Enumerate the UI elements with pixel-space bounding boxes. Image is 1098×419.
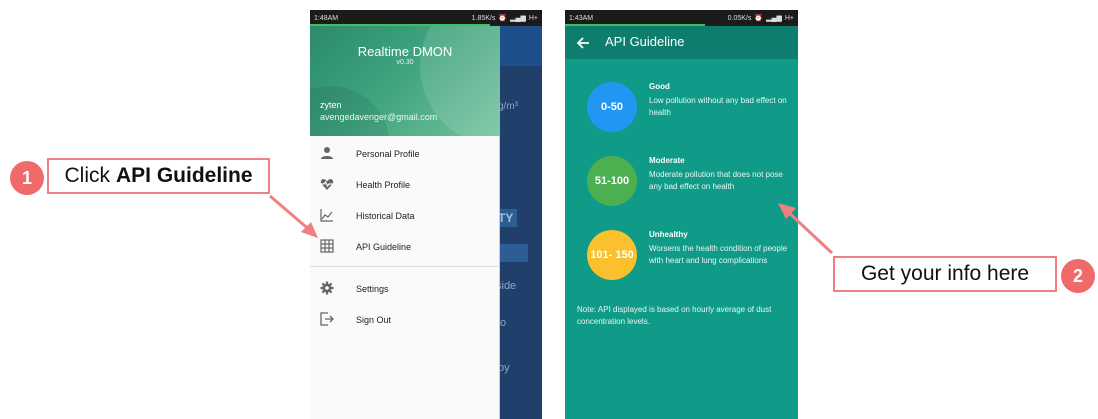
- menu-item-label: Health Profile: [356, 179, 411, 190]
- page-title: API Guideline: [605, 34, 685, 49]
- callout-step-2: Get your info here: [833, 256, 1057, 292]
- signal-icon: ▂▄▆: [766, 15, 782, 22]
- status-time: 1:43AM: [569, 14, 594, 22]
- menu-item-sign-out[interactable]: Sign Out: [310, 304, 500, 335]
- aqi-range-badge: 101- 150: [587, 230, 637, 280]
- toolbar: API Guideline: [565, 26, 798, 59]
- background-text-2: o: [500, 317, 507, 329]
- gear-icon: [320, 281, 334, 295]
- phone-screen-drawer: 1:48AM 1.85K/s ⏰ ▂▄▆ H+ g/m³ TY side o b…: [310, 10, 542, 419]
- api-note: Note: API displayed is based on hourly a…: [577, 305, 772, 326]
- status-speed: 0.05K/s: [727, 14, 752, 22]
- aqi-level-description: Worsens the health condition of people w…: [649, 244, 788, 265]
- menu-item-label: Sign Out: [356, 314, 392, 325]
- aqi-level-name: Good: [649, 82, 670, 91]
- phone-screen-api-guideline: 1:43AM 0.05K/s ⏰ ▂▄▆ H+ API Guideline 0-…: [565, 10, 798, 419]
- callout-arrow-1: [269, 194, 313, 234]
- aqi-range-badge: 51-100: [587, 156, 637, 206]
- menu-item-settings[interactable]: Settings: [310, 273, 500, 304]
- aqi-level-description: Low pollution without any bad effect on …: [649, 96, 787, 117]
- header-decoration: [310, 86, 390, 136]
- app-title: Realtime DMON: [357, 44, 453, 59]
- aqi-level-name: Unhealthy: [649, 230, 688, 239]
- aqi-level-description: Moderate pollution that does not pose an…: [649, 170, 783, 191]
- background-app: g/m³ TY side o by: [494, 26, 542, 419]
- person-icon: [321, 147, 333, 159]
- step-number-2: 2: [1061, 259, 1095, 293]
- menu-item-api-guideline[interactable]: API Guideline: [310, 231, 500, 262]
- user-email: avengedavenger@gmail.com: [320, 112, 438, 122]
- app-version: v0.30: [396, 59, 414, 66]
- callout-text: Click: [64, 164, 110, 187]
- menu-item-label: Historical Data: [356, 210, 415, 221]
- aqi-range-badge: 0-50: [587, 82, 637, 132]
- drawer-menu: Personal Profile Health Profile Historic…: [310, 138, 500, 335]
- status-speed: 1.85K/s: [471, 14, 496, 22]
- aqi-level-name: Moderate: [649, 156, 685, 165]
- menu-item-historical-data[interactable]: Historical Data: [310, 200, 500, 231]
- status-bar: 1:48AM 1.85K/s ⏰ ▂▄▆ H+: [310, 10, 542, 26]
- heart-pulse-icon: [320, 178, 334, 190]
- signal-icon: ▂▄▆: [510, 15, 526, 22]
- callout-step-1: Click API Guideline: [47, 158, 270, 194]
- menu-item-label: Settings: [356, 283, 389, 294]
- grid-icon: [320, 239, 334, 253]
- line-chart-icon: [320, 209, 333, 222]
- menu-divider: [310, 266, 500, 267]
- user-name: zyten: [320, 100, 342, 110]
- background-unit: g/m³: [498, 101, 518, 112]
- drawer-header: Realtime DMON v0.30 zyten avengedavenger…: [310, 26, 500, 136]
- sign-out-icon: [320, 312, 334, 326]
- menu-item-health-profile[interactable]: Health Profile: [310, 169, 500, 200]
- menu-item-label: API Guideline: [356, 241, 412, 252]
- back-arrow-icon[interactable]: [576, 36, 590, 50]
- callout-emphasis: API Guideline: [115, 164, 253, 187]
- callout-arrows: [269, 194, 834, 255]
- background-header: [500, 26, 542, 66]
- status-bar: 1:43AM 0.05K/s ⏰ ▂▄▆ H+: [565, 10, 798, 26]
- navigation-drawer: Realtime DMON v0.30 zyten avengedavenger…: [310, 26, 500, 419]
- alarm-icon: ⏰: [498, 15, 508, 22]
- status-network: H+: [784, 14, 794, 22]
- status-time: 1:48AM: [314, 14, 339, 22]
- menu-item-personal-profile[interactable]: Personal Profile: [310, 138, 500, 169]
- alarm-icon: ⏰: [754, 15, 764, 22]
- menu-item-label: Personal Profile: [356, 148, 420, 159]
- status-network: H+: [528, 14, 538, 22]
- callout-text: Get your info here: [860, 262, 1030, 285]
- step-number-1: 1: [10, 161, 44, 195]
